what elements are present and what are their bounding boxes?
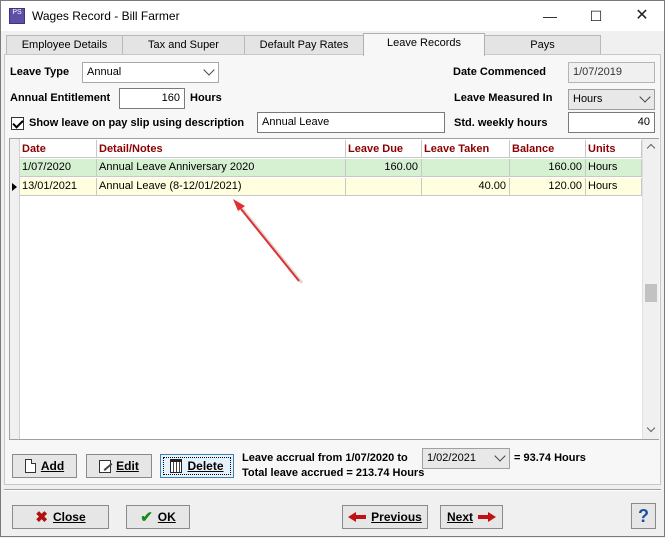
delete-button[interactable]: Delete bbox=[160, 454, 234, 478]
cell-leave-taken[interactable] bbox=[422, 159, 510, 177]
accrual-date-value: 1/02/2021 bbox=[427, 452, 476, 464]
next-button[interactable]: Next bbox=[440, 505, 503, 529]
column-header-leave-due[interactable]: Leave Due bbox=[346, 140, 422, 158]
cell-balance[interactable]: 160.00 bbox=[510, 159, 586, 177]
help-button[interactable]: ? bbox=[631, 503, 656, 529]
annual-entitlement-field[interactable]: 160 bbox=[119, 88, 185, 109]
wages-record-window: PS Wages Record - Bill Farmer — ☐ ✕ Empl… bbox=[0, 0, 665, 537]
leave-type-label: Leave Type bbox=[10, 66, 70, 78]
leave-measured-value: Hours bbox=[573, 93, 603, 105]
window-title: Wages Record - Bill Farmer bbox=[32, 9, 180, 23]
grid-body: Date Detail/Notes Leave Due Leave Taken … bbox=[10, 139, 642, 439]
check-icon: ✔ bbox=[140, 508, 153, 526]
edit-icon bbox=[99, 459, 112, 473]
show-leave-label: Show leave on pay slip using description bbox=[29, 117, 245, 129]
leave-measured-label: Leave Measured In bbox=[454, 92, 553, 104]
leave-records-grid[interactable]: Date Detail/Notes Leave Due Leave Taken … bbox=[9, 138, 659, 440]
table-row[interactable]: 13/01/2021 Annual Leave (8-12/01/2021) 4… bbox=[20, 178, 642, 196]
scroll-down-icon[interactable] bbox=[646, 423, 656, 433]
edit-button[interactable]: Edit bbox=[86, 454, 152, 478]
show-leave-checkbox[interactable] bbox=[11, 117, 24, 130]
leave-type-value: Annual bbox=[87, 66, 122, 78]
cell-balance[interactable]: 120.00 bbox=[510, 178, 586, 196]
grid-vertical-scrollbar[interactable] bbox=[642, 139, 659, 439]
arrow-right-icon bbox=[478, 512, 496, 522]
close-window-button[interactable]: ✕ bbox=[619, 1, 665, 31]
accrual-date-select[interactable]: 1/02/2021 bbox=[422, 448, 510, 469]
total-accrued-label: Total leave accrued = 213.74 Hours bbox=[242, 467, 425, 479]
tab-default-pay-rates[interactable]: Default Pay Rates bbox=[244, 35, 364, 55]
cell-detail[interactable]: Annual Leave (8-12/01/2021) bbox=[97, 178, 346, 196]
current-row-pointer-icon bbox=[12, 183, 17, 191]
date-commenced-label: Date Commenced bbox=[453, 66, 546, 78]
table-row[interactable]: 1/07/2020 Annual Leave Anniversary 2020 … bbox=[20, 159, 642, 177]
add-button[interactable]: Add bbox=[12, 454, 77, 478]
tab-tax-and-super[interactable]: Tax and Super bbox=[122, 35, 245, 55]
cell-leave-taken[interactable]: 40.00 bbox=[422, 178, 510, 196]
annual-entitlement-label: Annual Entitlement bbox=[10, 92, 111, 104]
chevron-down-icon bbox=[494, 450, 506, 462]
scroll-thumb[interactable] bbox=[645, 284, 657, 302]
column-header-balance[interactable]: Balance bbox=[510, 140, 586, 158]
footer-divider bbox=[4, 489, 661, 491]
cell-date[interactable]: 1/07/2020 bbox=[20, 159, 97, 177]
accrual-prefix-label: Leave accrual from 1/07/2020 to bbox=[242, 452, 408, 464]
chevron-down-icon bbox=[203, 64, 215, 76]
maximize-button[interactable]: ☐ bbox=[573, 1, 619, 31]
tab-leave-records[interactable]: Leave Records bbox=[363, 33, 485, 56]
chevron-down-icon bbox=[639, 91, 651, 103]
close-x-icon: ✖ bbox=[35, 508, 48, 526]
app-icon: PS bbox=[9, 8, 25, 24]
cell-date[interactable]: 13/01/2021 bbox=[20, 178, 97, 196]
leave-measured-select[interactable]: Hours bbox=[568, 89, 655, 110]
arrow-left-icon bbox=[348, 512, 367, 522]
show-leave-description-field[interactable]: Annual Leave bbox=[257, 112, 445, 133]
column-header-date[interactable]: Date bbox=[20, 140, 97, 158]
column-header-units[interactable]: Units bbox=[586, 140, 642, 158]
cell-leave-due[interactable] bbox=[346, 178, 422, 196]
minimize-button[interactable]: — bbox=[527, 1, 573, 31]
column-header-leave-taken[interactable]: Leave Taken bbox=[422, 140, 510, 158]
trash-icon bbox=[170, 459, 183, 473]
std-weekly-hours-field[interactable]: 40 bbox=[568, 112, 655, 133]
accrual-result-label: = 93.74 Hours bbox=[514, 452, 586, 464]
date-commenced-field: 1/07/2019 bbox=[568, 62, 655, 83]
column-header-detail[interactable]: Detail/Notes bbox=[97, 140, 346, 158]
new-document-icon bbox=[24, 459, 36, 473]
cell-units[interactable]: Hours bbox=[586, 178, 642, 196]
cell-units[interactable]: Hours bbox=[586, 159, 642, 177]
ok-button[interactable]: ✔ OK bbox=[126, 505, 190, 529]
title-bar[interactable]: PS Wages Record - Bill Farmer — ☐ ✕ bbox=[1, 1, 664, 31]
cell-leave-due[interactable]: 160.00 bbox=[346, 159, 422, 177]
annual-entitlement-unit: Hours bbox=[190, 92, 222, 104]
scroll-up-icon[interactable] bbox=[646, 143, 656, 153]
close-button[interactable]: ✖ Close bbox=[12, 505, 109, 529]
std-weekly-hours-label: Std. weekly hours bbox=[454, 117, 548, 129]
tab-pays[interactable]: Pays bbox=[484, 35, 601, 55]
tab-employee-details[interactable]: Employee Details bbox=[6, 35, 123, 55]
cell-detail[interactable]: Annual Leave Anniversary 2020 bbox=[97, 159, 346, 177]
leave-type-select[interactable]: Annual bbox=[82, 62, 219, 83]
previous-button[interactable]: Previous bbox=[342, 505, 428, 529]
